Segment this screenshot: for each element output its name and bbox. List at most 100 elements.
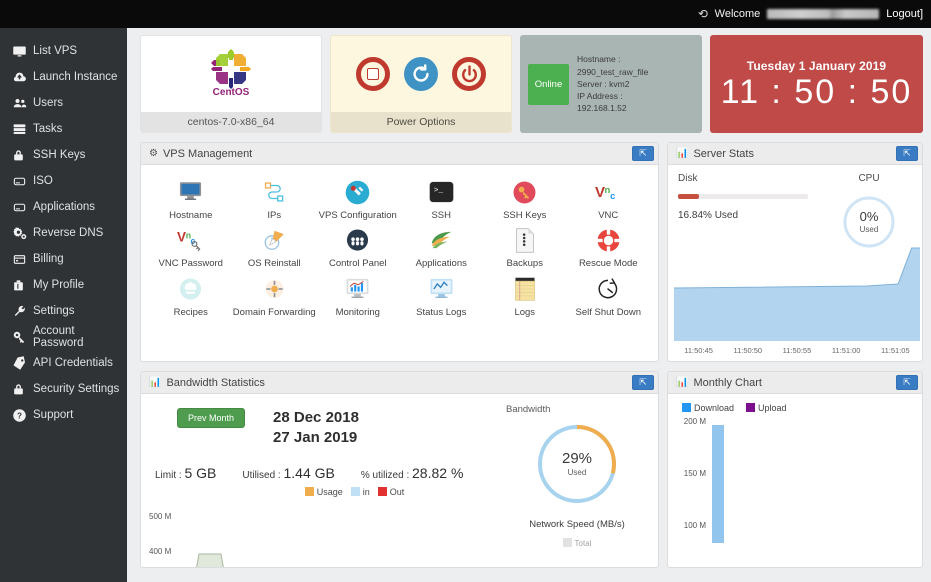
sidebar-item-label: Launch Instance: [33, 71, 118, 83]
sidebar-item-list-vps[interactable]: List VPS: [0, 38, 127, 64]
limit-label: Limit :: [155, 470, 182, 481]
ip-label: IP Address :: [577, 91, 623, 102]
disk-progress-fill: [678, 194, 699, 199]
bandwidth-title: Bandwidth Statistics: [166, 376, 265, 389]
vps-action-status-logs[interactable]: Status Logs: [400, 274, 484, 318]
vps-action-recipes[interactable]: Recipes: [149, 274, 233, 318]
expand-icon[interactable]: ⇱: [632, 146, 654, 161]
vps-info-lines: Hostname : 2990_test_raw_file Server : k…: [577, 53, 648, 115]
prev-month-button[interactable]: Prev Month: [177, 408, 246, 428]
sidebar-item-label: Settings: [33, 305, 75, 317]
main-content: CentOS centos-7.0-x86_64 Power Options O…: [127, 28, 931, 582]
vps-action-label: VPS Configuration: [318, 210, 397, 221]
vps-action-monitoring[interactable]: Monitoring: [316, 274, 400, 318]
vps-action-vnc-password[interactable]: Vn c VNC Password: [149, 225, 233, 269]
svg-text:>_: >_: [434, 187, 444, 195]
welcome-username-redacted: [767, 9, 880, 19]
sidebar-item-support[interactable]: ? Support: [0, 402, 127, 428]
sidebar-item-label: My Profile: [33, 279, 85, 291]
server-stats-xtick: 11:50:50: [733, 346, 763, 355]
sidebar-item-label: Tasks: [33, 123, 63, 135]
status-badge: Online: [528, 63, 569, 105]
expand-icon[interactable]: ⇱: [632, 375, 654, 390]
monitor-icon: [12, 44, 33, 59]
power-options-card: Power Options: [330, 35, 512, 133]
vps-action-hostname[interactable]: Hostname: [149, 177, 233, 221]
sidebar-item-launch-instance[interactable]: Launch Instance: [0, 64, 127, 90]
sidebar-item-iso[interactable]: ISO: [0, 168, 127, 194]
sidebar-item-settings[interactable]: Settings: [0, 298, 127, 324]
disk-icon: [12, 175, 33, 188]
vps-action-label: Self Shut Down: [575, 306, 641, 318]
server-stats-xtick: 11:50:45: [684, 346, 713, 355]
sidebar-item-applications[interactable]: Applications: [0, 194, 127, 220]
svg-text:?: ?: [17, 411, 22, 420]
vps-action-self-shut-down[interactable]: Self Shut Down: [567, 274, 651, 318]
vps-action-label: VNC Password: [158, 258, 223, 270]
tag-icon: [12, 355, 33, 371]
expand-icon[interactable]: ⇱: [896, 146, 918, 161]
vps-action-vnc[interactable]: Vn c VNC: [567, 177, 651, 221]
power-icon[interactable]: [452, 57, 486, 91]
os-card[interactable]: CentOS centos-7.0-x86_64: [140, 35, 322, 133]
domain-forwarding-icon: [261, 274, 288, 304]
sidebar-item-billing[interactable]: Billing: [0, 246, 127, 272]
wrench-icon: [12, 304, 33, 319]
vps-action-logs[interactable]: Logs: [483, 274, 567, 318]
hostname-monitor-icon: [177, 177, 204, 207]
sidebar-item-api-credentials[interactable]: API Credentials: [0, 350, 127, 376]
bandwidth-legend-item: Usage: [304, 487, 343, 497]
sidebar-item-my-profile[interactable]: My Profile: [0, 272, 127, 298]
vnc-icon: Vnc: [595, 177, 622, 207]
sidebar-item-account-password[interactable]: Account Password: [0, 324, 127, 350]
vps-action-applications[interactable]: Applications: [400, 225, 484, 269]
cpu-sub-text: Used: [859, 225, 879, 234]
panel-row-bottom: 📊 Bandwidth Statistics ⇱ Prev Month 28 D…: [140, 371, 923, 568]
vps-action-label: Applications: [415, 258, 467, 270]
monthly-legend-label: Download: [694, 403, 735, 413]
sidebar-item-users[interactable]: Users: [0, 90, 127, 116]
sidebar-item-ssh-keys[interactable]: SSH Keys: [0, 142, 127, 168]
vps-configuration-icon: [344, 177, 371, 207]
stop-icon[interactable]: [356, 57, 390, 91]
vps-action-os-reinstall[interactable]: OS Reinstall: [233, 225, 317, 269]
hostname-value: 2990_test_raw_file: [577, 66, 649, 77]
svg-text:V: V: [177, 230, 186, 245]
sidebar-item-reverse-dns[interactable]: Reverse DNS: [0, 220, 127, 246]
svg-text:V: V: [595, 184, 605, 201]
hostname-label: Hostname :: [577, 54, 621, 65]
vps-action-control-panel[interactable]: Control Panel: [316, 225, 400, 269]
logout-link[interactable]: Logout]: [886, 8, 923, 20]
ips-network-icon: [261, 177, 288, 207]
vps-action-rescue-mode[interactable]: Rescue Mode: [567, 225, 651, 269]
sidebar-item-label: Billing: [33, 253, 64, 265]
vps-action-label: Domain Forwarding: [232, 306, 316, 318]
backups-icon: [513, 225, 537, 255]
sidebar-item-tasks[interactable]: Tasks: [0, 116, 127, 142]
restart-icon[interactable]: [404, 57, 438, 91]
sidebar: virtualizor by softaculous List VPSLaunc…: [0, 0, 127, 582]
vps-action-ips[interactable]: IPs: [233, 177, 317, 221]
vps-action-domain-forwarding[interactable]: Domain Forwarding: [233, 274, 317, 318]
expand-icon[interactable]: ⇱: [896, 375, 918, 390]
bar-chart-icon: 📊: [149, 377, 162, 388]
vps-action-vps-configuration[interactable]: VPS Configuration: [316, 177, 400, 221]
sidebar-item-label: Applications: [33, 201, 96, 213]
ip-value: 192.168.1.52: [577, 103, 627, 114]
vps-action-backups[interactable]: Backups: [483, 225, 567, 269]
vps-action-label: SSH: [431, 210, 452, 221]
vps-management-title: VPS Management: [162, 147, 253, 160]
server-stats-header: 📊 Server Stats ⇱: [668, 143, 922, 165]
network-speed-title: Network Speed (MB/s): [529, 519, 625, 530]
server-stats-panel: 📊 Server Stats ⇱ Disk 16.84% Used CPU 0%…: [667, 142, 923, 362]
vps-management-body: Hostname IPs VPS Configuration >_ SSH SSH Key…: [141, 165, 658, 361]
monthly-chart-legend: Download Upload: [674, 400, 916, 413]
refresh-icon[interactable]: ⟳: [698, 7, 708, 21]
ssh-terminal-icon: >_: [428, 177, 455, 207]
sidebar-item-security-settings[interactable]: Security Settings: [0, 376, 127, 402]
server-stats-title: Server Stats: [693, 147, 754, 160]
vps-action-label: IPs: [267, 210, 282, 221]
vps-management-grid: Hostname IPs VPS Configuration >_ SSH SSH Key…: [147, 171, 652, 318]
vps-action-ssh[interactable]: >_ SSH: [400, 177, 484, 221]
vps-action-ssh-keys[interactable]: SSH Keys: [483, 177, 567, 221]
